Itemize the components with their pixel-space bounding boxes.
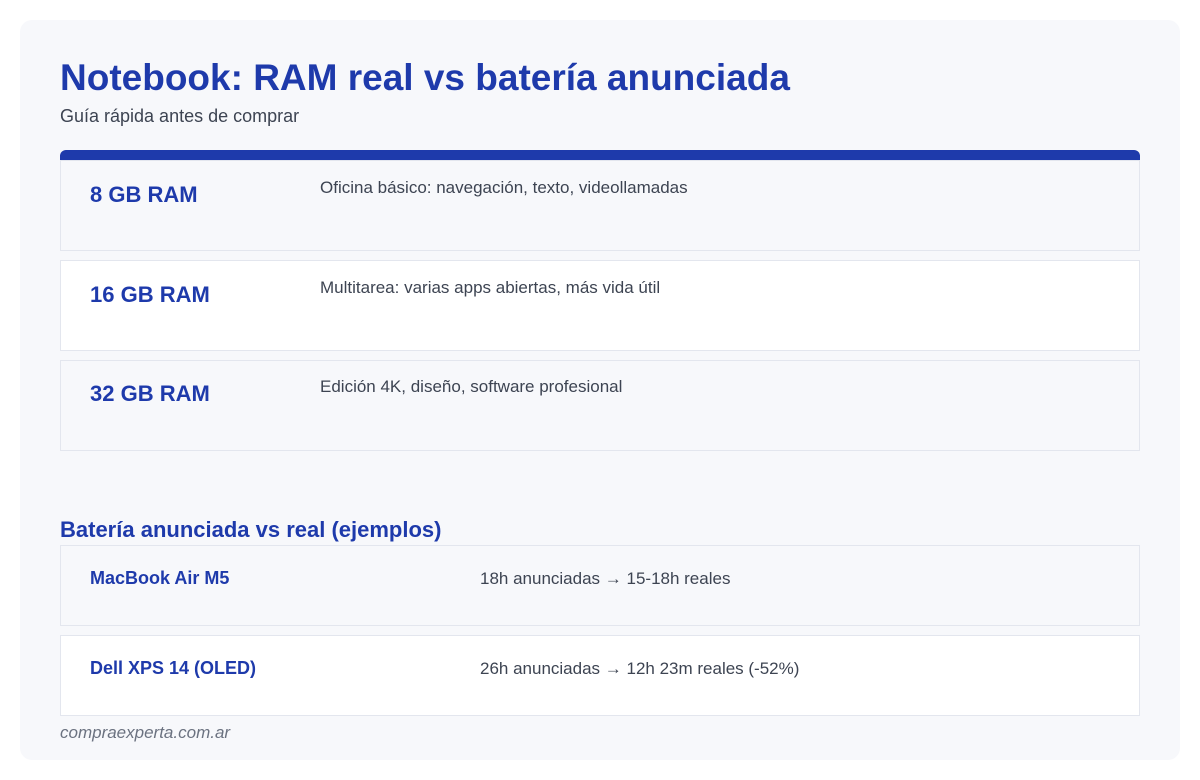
battery-model: Dell XPS 14 (OLED) [90,658,257,678]
battery-detail: 18h anunciadas → 15-18h reales [480,569,731,588]
ram-description: Edición 4K, diseño, software profesional [320,377,623,396]
battery-detail: 26h anunciadas → 12h 23m reales (-52%) [480,659,800,678]
ram-label: 16 GB RAM [90,282,210,307]
source-credit: compraexperta.com.ar [60,723,231,742]
page-subtitle: Guía rápida antes de comprar [60,106,300,126]
ram-row-16gb: 16 GB RAM Multitarea: varias apps abiert… [60,260,1140,351]
battery-section-title: Batería anunciada vs real (ejemplos) [60,517,442,542]
ram-row-8gb: 8 GB RAM Oficina básico: navegación, tex… [60,160,1140,251]
ram-row-32gb: 32 GB RAM Edición 4K, diseño, software p… [60,360,1140,451]
ram-label: 32 GB RAM [90,381,210,406]
battery-model: MacBook Air M5 [90,568,230,588]
infographic-card: Notebook: RAM real vs batería anunciada … [20,20,1180,760]
ram-section-accent-bar [60,150,1140,160]
battery-row-macbook: MacBook Air M5 18h anunciadas → 15-18h r… [60,545,1140,626]
ram-description: Multitarea: varias apps abiertas, más vi… [320,278,661,297]
ram-description: Oficina básico: navegación, texto, video… [320,178,688,197]
page-title: Notebook: RAM real vs batería anunciada [60,57,790,98]
battery-row-dell: Dell XPS 14 (OLED) 26h anunciadas → 12h … [60,635,1140,716]
ram-label: 8 GB RAM [90,182,198,207]
